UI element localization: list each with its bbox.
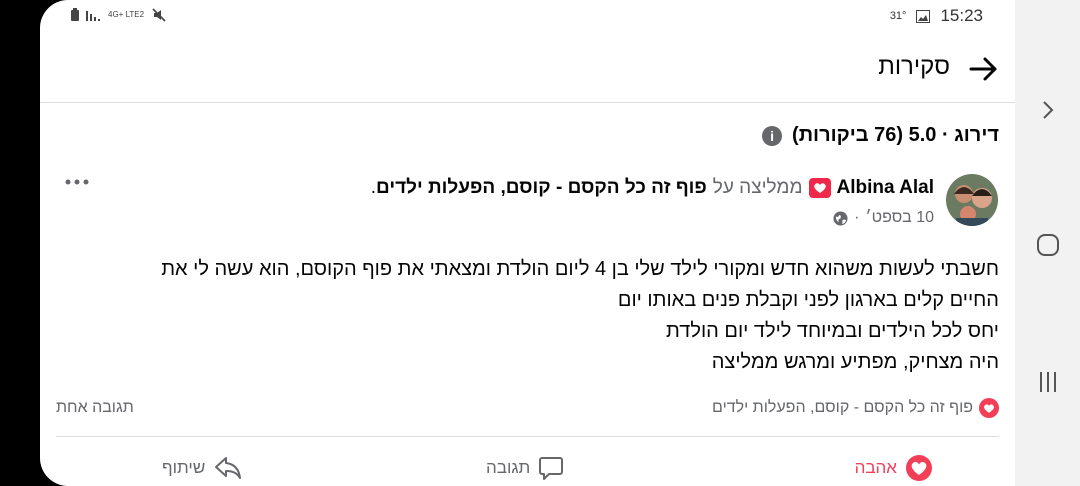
battery-saver-icon — [71, 8, 79, 21]
comment-icon — [539, 456, 564, 480]
love-reaction-icon — [979, 398, 999, 418]
arrow-right-icon — [969, 57, 997, 81]
post-date[interactable]: 10 בספט׳ — [865, 209, 934, 227]
comment-button[interactable]: תגובה — [486, 445, 564, 486]
love-button[interactable]: אהבה — [855, 445, 933, 486]
more-horizontal-icon — [65, 179, 89, 185]
page-header: סקירות — [40, 34, 1015, 103]
post-author-line: Albina Alal ממליצה על פוף זה כל הקסם - ק… — [371, 177, 934, 199]
avatar-photo — [946, 174, 998, 226]
comment-label: תגובה — [486, 457, 531, 477]
love-label: אהבה — [854, 457, 897, 477]
recommends-label: ממליצה על — [712, 177, 803, 198]
signal-icon — [86, 11, 100, 21]
author-name[interactable]: Albina Alal — [837, 177, 934, 199]
nav-expand-button[interactable] — [1015, 85, 1080, 135]
clock: 15:23 — [940, 6, 983, 25]
post-body: חשבתי לעשות משהוא חדש ומקורי לילד שלי בן… — [99, 254, 999, 378]
period: . — [370, 177, 377, 198]
share-icon — [215, 456, 242, 479]
info-icon[interactable]: i — [762, 125, 783, 146]
post-body-line: החיים קלים בארגון לפני וקבלת פנים באותו … — [617, 289, 999, 311]
post-body-line: היה מצחיק, מפתיע ומרגש ממליצה — [711, 351, 999, 373]
avatar[interactable] — [946, 174, 998, 226]
status-icons-left: 4G+ LTE2 — [70, 8, 166, 22]
temperature: 31° — [889, 10, 907, 22]
recommendation-icon — [808, 178, 831, 198]
divider — [56, 436, 999, 437]
gallery-icon — [916, 9, 931, 23]
page-name-link[interactable]: פוף זה כל הקסם - קוסם, הפעלות ילדים — [376, 177, 707, 199]
reactor-name: פוף זה כל הקסם - קוסם, הפעלות ילדים — [712, 399, 973, 416]
mute-icon — [152, 8, 166, 22]
date-separator: · — [854, 209, 860, 226]
status-icons-right: 31° 15:23 — [890, 6, 983, 26]
system-navigation-bar — [1015, 0, 1080, 486]
globe-icon — [833, 210, 848, 226]
chevron-right-icon — [1042, 101, 1053, 119]
share-button[interactable]: שיתוף — [162, 445, 243, 486]
more-options-button[interactable] — [62, 172, 92, 192]
reactions-row: פוף זה כל הקסם - קוסם, הפעלות ילדים תגוב… — [56, 396, 999, 420]
home-icon — [1036, 234, 1059, 256]
nav-recents-button[interactable] — [1015, 357, 1080, 407]
love-icon — [906, 454, 932, 481]
post-body-line: יחס לכל הילדים ובמיוחד לילד יום הולדת — [666, 320, 999, 342]
back-button[interactable] — [967, 52, 1001, 86]
share-label: שיתוף — [162, 457, 206, 477]
rating-summary: דירוג · 5.0 (76 ביקורות) i — [762, 124, 999, 147]
page-title: סקירות — [878, 53, 950, 80]
rating-text: דירוג · 5.0 (76 ביקורות) — [792, 124, 999, 146]
comments-count[interactable]: תגובה אחת — [56, 399, 134, 417]
post-body-line: חשבתי לעשות משהוא חדש ומקורי לילד שלי בן… — [161, 258, 999, 280]
post-meta: 10 בספט׳ · — [833, 209, 934, 227]
app-screen: 4G+ LTE2 31° 15:23 סקירות דירוג · 5.0 (7… — [40, 0, 1015, 486]
nav-home-button[interactable] — [1015, 220, 1080, 270]
recents-icon — [1039, 372, 1056, 392]
network-label: 4G+ LTE2 — [108, 10, 145, 19]
reaction-summary[interactable]: פוף זה כל הקסם - קוסם, הפעלות ילדים — [712, 398, 999, 418]
status-bar: 4G+ LTE2 31° 15:23 — [40, 0, 1015, 34]
action-bar: אהבה תגובה שיתוף — [40, 445, 1015, 486]
